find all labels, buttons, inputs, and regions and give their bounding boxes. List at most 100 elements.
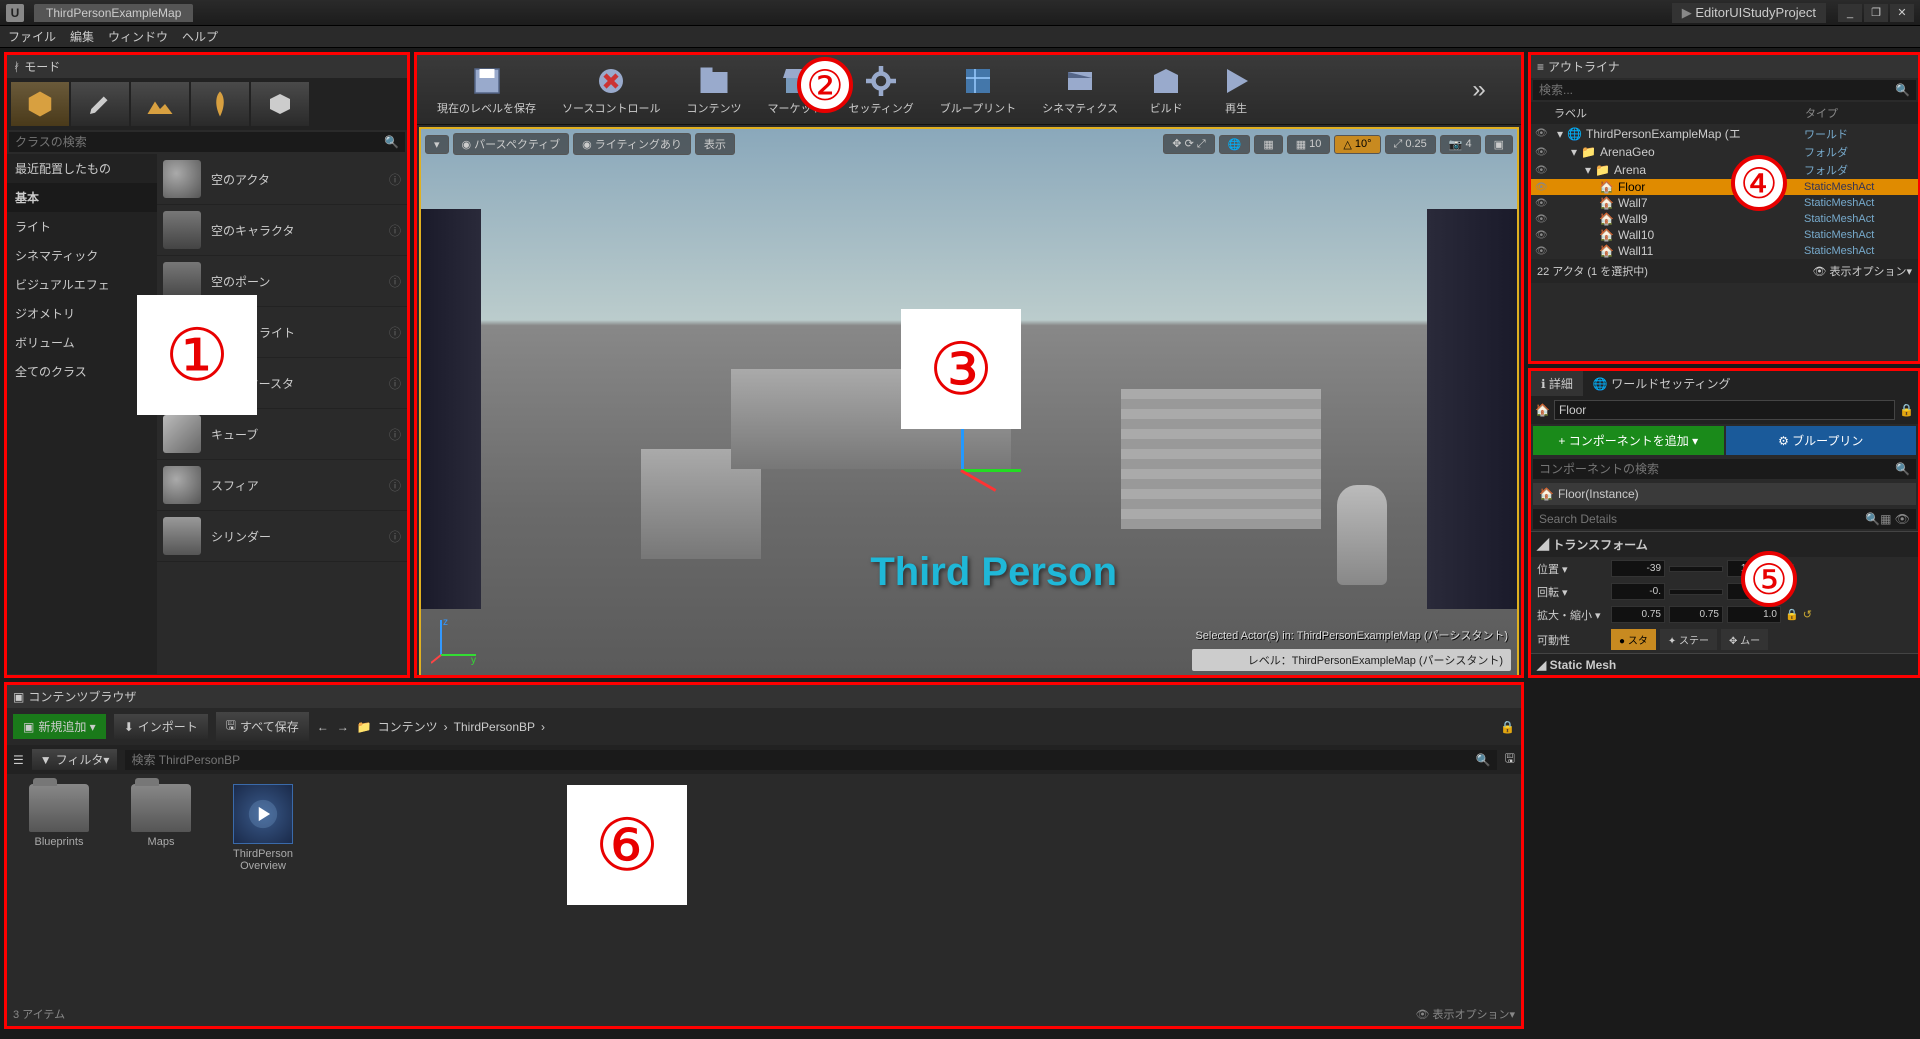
reset-icon[interactable]: ↺	[1803, 608, 1817, 621]
content-item-0[interactable]: Blueprints	[17, 784, 101, 848]
outliner-row-1[interactable]: 👁 ▾ 📁 ArenaGeo フォルダ	[1531, 143, 1918, 161]
menu-edit[interactable]: 編集	[70, 28, 94, 45]
class-search[interactable]: 🔍	[9, 132, 405, 152]
lock-icon[interactable]: 🔒	[1899, 403, 1914, 417]
loc-x-input[interactable]: -39	[1611, 560, 1665, 577]
scale-snap-button[interactable]: ⤢ 0.25	[1385, 135, 1436, 154]
mode-paint-button[interactable]	[71, 82, 129, 126]
mobility-static-button[interactable]: ● スタ	[1611, 629, 1656, 650]
add-new-button[interactable]: ▣ 新規追加 ▾	[13, 714, 106, 739]
filters-button[interactable]: ▼ フィルタ▾	[32, 749, 118, 770]
nav-fwd-button[interactable]: →	[337, 720, 349, 734]
asset-grid[interactable]: Blueprints Maps ThirdPerson Overview	[7, 774, 1521, 882]
expand-icon[interactable]: ▾	[1571, 145, 1577, 159]
component-search-input[interactable]	[1539, 462, 1895, 476]
lock-scale-icon[interactable]: 🔒	[1785, 608, 1799, 621]
edit-blueprint-button[interactable]: ⚙ ブループリン	[1726, 426, 1917, 455]
outliner-search-input[interactable]	[1539, 83, 1895, 97]
info-icon[interactable]: ⓘ	[389, 171, 401, 188]
tab-world-settings[interactable]: 🌐 ワールドセッティング	[1583, 371, 1741, 396]
info-icon[interactable]: ⓘ	[389, 324, 401, 341]
show-button[interactable]: 表示	[695, 133, 735, 155]
map-tab[interactable]: ThirdPersonExampleMap	[34, 4, 193, 22]
toolbar-content-button[interactable]: コンテンツ	[676, 60, 751, 120]
info-icon[interactable]: ⓘ	[389, 426, 401, 443]
section-transform[interactable]: ◢ トランスフォーム	[1531, 531, 1918, 557]
visibility-icon[interactable]: 👁	[1535, 182, 1549, 193]
actor-item-1[interactable]: 空のキャラクタ ⓘ	[157, 205, 407, 256]
save-all-button[interactable]: 🖫 すべて保存	[216, 712, 309, 741]
actor-name-input[interactable]	[1554, 400, 1895, 420]
info-icon[interactable]: ⓘ	[389, 222, 401, 239]
category-volumes[interactable]: ボリューム	[7, 328, 157, 357]
toolbar-overflow-button[interactable]: »	[1447, 72, 1511, 108]
category-lights[interactable]: ライト	[7, 212, 157, 241]
camera-speed-button[interactable]: 📷 4	[1440, 135, 1481, 154]
visibility-icon[interactable]: 👁	[1535, 147, 1549, 158]
outliner-search[interactable]: 🔍	[1533, 80, 1916, 100]
outliner-row-0[interactable]: 👁 ▾ 🌐 ThirdPersonExampleMap (エ ワールド	[1531, 124, 1918, 143]
content-search-input[interactable]	[131, 753, 1475, 767]
mobility-stationary-button[interactable]: ✦ ステー	[1660, 629, 1717, 650]
component-instance[interactable]: 🏠 Floor(Instance)	[1533, 483, 1916, 505]
mobility-movable-button[interactable]: ✥ ムー	[1721, 629, 1768, 650]
info-icon[interactable]: ⓘ	[389, 273, 401, 290]
expand-icon[interactable]: ▾	[1585, 163, 1591, 177]
loc-y-input[interactable]	[1669, 566, 1723, 572]
mode-geometry-button[interactable]	[251, 82, 309, 126]
info-icon[interactable]: ⓘ	[389, 528, 401, 545]
content-browser-tab[interactable]: ▣ コンテンツブラウザ	[7, 685, 1521, 708]
details-search-input[interactable]	[1539, 512, 1865, 526]
content-item-2[interactable]: ThirdPerson Overview	[221, 784, 305, 872]
actor-item-7[interactable]: シリンダー ⓘ	[157, 511, 407, 562]
section-static-mesh[interactable]: ◢ Static Mesh	[1531, 653, 1918, 676]
path-root[interactable]: コンテンツ	[378, 718, 438, 735]
outliner-row-4[interactable]: 👁 🏠 Wall7 StaticMeshAct	[1531, 195, 1918, 211]
category-all[interactable]: 全てのクラス	[7, 357, 157, 386]
menu-help[interactable]: ヘルプ	[182, 28, 218, 45]
toolbar-save-button[interactable]: 現在のレベルを保存	[427, 60, 546, 120]
outliner-row-2[interactable]: 👁 ▾ 📁 Arena フォルダ	[1531, 161, 1918, 179]
import-button[interactable]: ⬇ インポート	[114, 714, 208, 739]
level-viewport[interactable]: ③ ▾ ◉ パースペクティブ ◉ ライティングあり 表示 ✥ ⟳ ⤢ 🌐 ▦ ▦…	[419, 127, 1519, 677]
coord-space-button[interactable]: 🌐	[1219, 135, 1251, 154]
outliner-row-3[interactable]: 👁 🏠 Floor StaticMeshAct	[1531, 179, 1918, 195]
category-cinematic[interactable]: シネマティック	[7, 241, 157, 270]
mode-landscape-button[interactable]	[131, 82, 189, 126]
toolbar-blueprint-button[interactable]: ブループリント	[930, 60, 1026, 120]
info-icon[interactable]: ⓘ	[389, 477, 401, 494]
grid-snap-button[interactable]: ▦ 10	[1287, 135, 1331, 154]
component-search[interactable]: 🔍	[1533, 459, 1916, 479]
minimize-button[interactable]: _	[1838, 4, 1862, 22]
sources-toggle-button[interactable]: ☰	[13, 753, 24, 767]
actor-item-0[interactable]: 空のアクタ ⓘ	[157, 154, 407, 205]
content-view-options[interactable]: 👁 表示オプション▾	[1415, 1006, 1515, 1022]
visibility-icon[interactable]: 👁	[1535, 198, 1549, 209]
actor-item-6[interactable]: スフィア ⓘ	[157, 460, 407, 511]
tab-details[interactable]: ℹ 詳細	[1531, 371, 1583, 396]
menu-window[interactable]: ウィンドウ	[108, 28, 168, 45]
nav-back-button[interactable]: ←	[317, 720, 329, 734]
project-name[interactable]: EditorUIStudyProject	[1672, 3, 1826, 23]
path-sub[interactable]: ThirdPersonBP	[454, 720, 535, 734]
class-search-input[interactable]	[15, 135, 384, 149]
folder-icon[interactable]: 📁	[357, 720, 372, 734]
toolbar-play-button[interactable]: 再生	[1204, 60, 1268, 120]
perspective-button[interactable]: ◉ パースペクティブ	[453, 133, 570, 155]
mode-place-button[interactable]	[11, 82, 69, 126]
category-geometry[interactable]: ジオメトリ	[7, 299, 157, 328]
outliner-row-5[interactable]: 👁 🏠 Wall9 StaticMeshAct	[1531, 211, 1918, 227]
visibility-icon[interactable]: 👁	[1535, 230, 1549, 241]
angle-snap-button[interactable]: △ 10°	[1334, 135, 1380, 154]
visibility-icon[interactable]: 👁	[1535, 214, 1549, 225]
surface-snap-button[interactable]: ▦	[1254, 135, 1282, 154]
visibility-icon[interactable]: 👁	[1535, 128, 1549, 139]
expand-icon[interactable]: ▾	[1557, 127, 1563, 141]
toolbar-build-button[interactable]: ビルド	[1134, 60, 1198, 120]
toolbar-cine-button[interactable]: シネマティクス	[1032, 60, 1128, 120]
viewport-menu-button[interactable]: ▾	[425, 135, 449, 154]
menu-file[interactable]: ファイル	[8, 28, 56, 45]
toolbar-source-button[interactable]: ソースコントロール	[552, 60, 670, 120]
scale-z-input[interactable]: 1.0	[1727, 606, 1781, 623]
rot-y-input[interactable]	[1669, 589, 1723, 595]
